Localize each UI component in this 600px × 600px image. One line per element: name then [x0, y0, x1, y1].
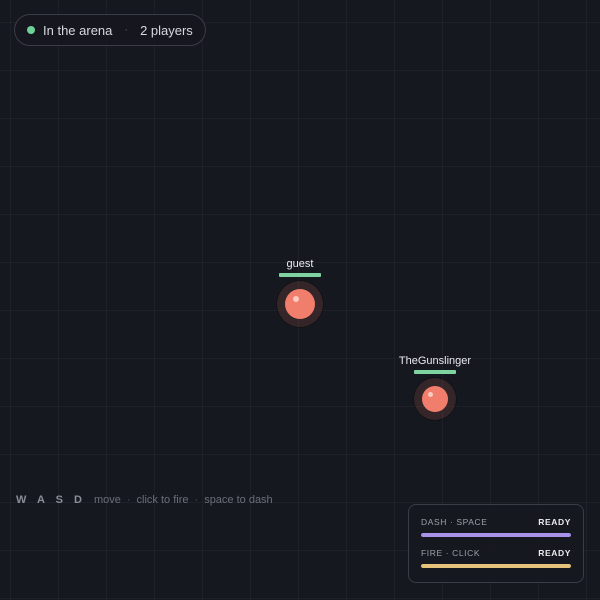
ability-dash: DASH · SPACE READY [421, 517, 571, 537]
hint-separator: · [194, 494, 199, 506]
ability-cooldown-fill [421, 533, 571, 537]
hint-separator: · [126, 494, 131, 506]
player-highlight [428, 392, 433, 397]
player-health-fill [414, 370, 456, 374]
ability-cooldown-bar [421, 564, 571, 568]
player-name: guest [286, 258, 314, 270]
player-thegunslinger: TheGunslinger [375, 354, 495, 420]
online-status-dot-icon [27, 26, 35, 34]
ability-status: READY [538, 548, 571, 558]
ability-label: DASH · SPACE [421, 517, 488, 527]
ability-label: FIRE · CLICK [421, 548, 481, 558]
player-guest: guest [240, 257, 360, 327]
ability-cooldown-fill [421, 564, 571, 568]
hint-fire: click to fire [136, 494, 189, 506]
player-health-bar [279, 273, 321, 277]
hint-move: move [93, 494, 121, 506]
player-core [285, 289, 315, 319]
player-health-bar [414, 370, 456, 374]
ability-status: READY [538, 517, 571, 527]
player-avatar [414, 378, 456, 420]
status-player-count: 2 players [140, 22, 193, 38]
player-avatar [277, 281, 323, 327]
player-health-fill [279, 273, 321, 277]
player-name: TheGunslinger [398, 355, 472, 367]
ability-fire: FIRE · CLICK READY [421, 548, 571, 568]
ability-cooldown-bar [421, 533, 571, 537]
status-location: In the arena [43, 22, 113, 38]
status-separator: · [124, 24, 129, 36]
hint-dash: space to dash [204, 494, 273, 506]
game-arena[interactable]: In the arena · 2 players guest TheGunsli… [0, 0, 600, 600]
ability-panel: DASH · SPACE READY FIRE · CLICK READY [408, 504, 584, 583]
player-highlight [293, 296, 299, 302]
movement-keys: W A S D [16, 494, 86, 506]
status-pill: In the arena · 2 players [14, 14, 206, 46]
player-core [422, 386, 448, 412]
controls-hint: W A S D move · click to fire · space to … [16, 494, 273, 506]
